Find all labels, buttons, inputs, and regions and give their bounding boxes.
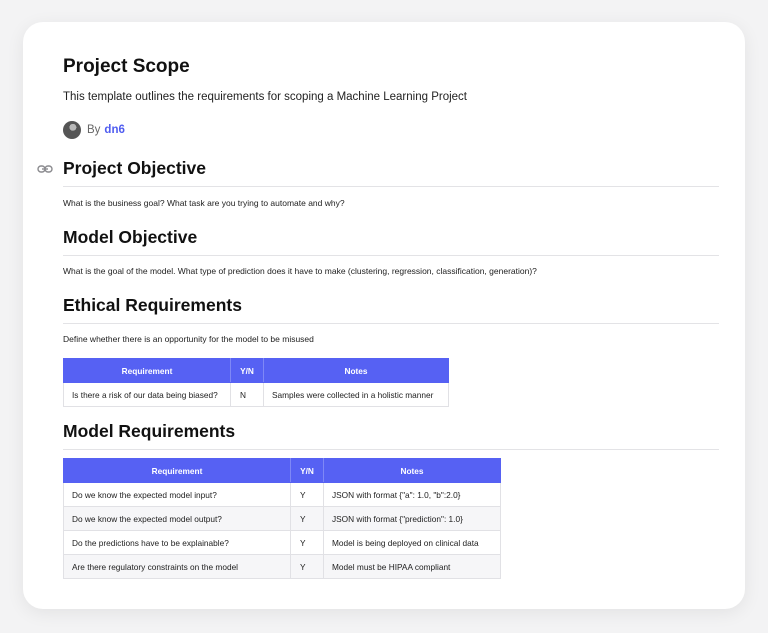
cell-requirement: Is there a risk of our data being biased… — [63, 382, 231, 407]
cell-yn: N — [230, 382, 264, 407]
column-header-notes: Notes — [263, 358, 449, 383]
column-header-requirement: Requirement — [63, 358, 231, 383]
byline: By dn6 — [63, 120, 125, 140]
table-row: Do we know the expected model output? Y … — [63, 506, 501, 531]
heading-model-requirements: Model Requirements — [63, 421, 719, 450]
cell-notes: Model must be HIPAA compliant — [323, 554, 501, 579]
heading-project-objective: Project Objective — [63, 158, 719, 187]
column-header-yn: Y/N — [290, 458, 324, 483]
author-link[interactable]: dn6 — [104, 124, 124, 136]
heading-ethical-requirements: Ethical Requirements — [63, 295, 719, 324]
page-title: Project Scope — [63, 56, 190, 77]
page-subtitle: This template outlines the requirements … — [63, 91, 467, 103]
cell-notes: JSON with format {"prediction": 1.0} — [323, 506, 501, 531]
cell-yn: Y — [290, 482, 324, 507]
project-objective-text: What is the business goal? What task are… — [63, 198, 345, 208]
link-icon[interactable] — [37, 163, 53, 175]
ethical-requirements-table: Requirement Y/N Notes Is there a risk of… — [63, 358, 449, 407]
column-header-notes: Notes — [323, 458, 501, 483]
model-requirements-table: Requirement Y/N Notes Do we know the exp… — [63, 458, 501, 579]
heading-model-objective: Model Objective — [63, 227, 719, 256]
cell-yn: Y — [290, 554, 324, 579]
column-header-yn: Y/N — [230, 358, 264, 383]
column-header-requirement: Requirement — [63, 458, 291, 483]
cell-notes: Samples were collected in a holistic man… — [263, 382, 449, 407]
model-objective-text: What is the goal of the model. What type… — [63, 266, 537, 276]
cell-yn: Y — [290, 506, 324, 531]
cell-requirement: Do we know the expected model input? — [63, 482, 291, 507]
cell-requirement: Do the predictions have to be explainabl… — [63, 530, 291, 555]
cell-requirement: Do we know the expected model output? — [63, 506, 291, 531]
cell-notes: JSON with format {"a": 1.0, "b":2.0} — [323, 482, 501, 507]
cell-yn: Y — [290, 530, 324, 555]
table-row: Do we know the expected model input? Y J… — [63, 482, 501, 507]
table-row: Do the predictions have to be explainabl… — [63, 530, 501, 555]
table-row: Are there regulatory constraints on the … — [63, 554, 501, 579]
cell-notes: Model is being deployed on clinical data — [323, 530, 501, 555]
by-label: By — [87, 124, 101, 136]
cell-requirement: Are there regulatory constraints on the … — [63, 554, 291, 579]
ethical-requirements-text: Define whether there is an opportunity f… — [63, 334, 314, 344]
avatar[interactable] — [63, 121, 81, 139]
document-card: Project Scope This template outlines the… — [23, 22, 745, 609]
table-row: Is there a risk of our data being biased… — [63, 382, 449, 407]
